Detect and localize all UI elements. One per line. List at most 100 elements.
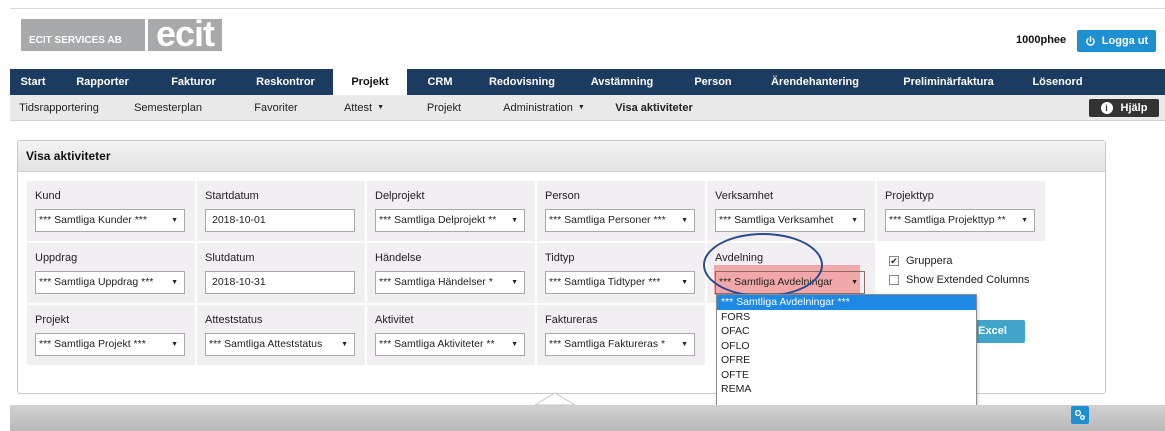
power-icon <box>1085 35 1095 46</box>
subnav-tidsrapportering[interactable]: Tidsrapportering <box>10 95 108 120</box>
nav-rapporter[interactable]: Rapporter <box>56 69 149 95</box>
select-value: *** Samtliga Faktureras * <box>549 338 666 350</box>
uppdrag-select[interactable]: *** Samtliga Uppdrag *** ▼ <box>35 271 185 294</box>
delprojekt-select[interactable]: *** Samtliga Delprojekt ** ▼ <box>375 209 525 232</box>
slutdatum-input[interactable]: 2018-10-31 <box>205 271 355 294</box>
field-uppdrag: Uppdrag *** Samtliga Uppdrag *** ▼ <box>27 243 195 303</box>
nav-losenord[interactable]: Lösenord <box>1020 69 1095 95</box>
select-value: *** Samtliga Personer *** <box>549 214 666 226</box>
select-value: *** Samtliga Delprojekt ** <box>379 214 497 226</box>
faktureras-select[interactable]: *** Samtliga Faktureras * ▼ <box>545 333 695 356</box>
nav-projekt[interactable]: Projekt <box>333 69 407 95</box>
nav-arendehantering[interactable]: Ärendehantering <box>753 69 877 95</box>
nav-start[interactable]: Start <box>10 69 56 95</box>
nav-preliminarfaktura[interactable]: Preliminärfaktura <box>877 69 1020 95</box>
select-value: *** Samtliga Projekt *** <box>39 338 146 350</box>
dropdown-option[interactable]: OFAC <box>717 324 976 339</box>
chevron-down-icon: ▼ <box>511 217 518 224</box>
ecit-logo-text: ecit <box>156 13 215 54</box>
field-label: Aktivitet <box>375 314 414 326</box>
chevron-down-icon: ▼ <box>577 104 585 112</box>
gears-icon <box>1074 409 1085 420</box>
nav-crm[interactable]: CRM <box>407 69 473 95</box>
field-tidtyp: Tidtyp *** Samtliga Tidtyper *** ▼ <box>537 243 705 303</box>
field-label: Faktureras <box>545 314 598 326</box>
subnav-attest[interactable]: Attest ▼ <box>324 95 404 120</box>
field-label: Slutdatum <box>205 252 255 264</box>
chevron-down-icon: ▼ <box>171 341 178 348</box>
nav-redovisning[interactable]: Redovisning <box>473 69 571 95</box>
chevron-down-icon: ▼ <box>1021 217 1028 224</box>
dropdown-option[interactable]: FORS <box>717 310 976 325</box>
select-value: *** Samtliga Kunder *** <box>39 214 147 226</box>
field-label: Händelse <box>375 252 422 264</box>
panel-title: Visa aktiviteter <box>18 141 1105 172</box>
sub-nav: Tidsrapportering Semesterplan Favoriter … <box>10 95 1165 121</box>
startdatum-input[interactable]: 2018-10-01 <box>205 209 355 232</box>
subnav-attest-label: Attest <box>343 102 373 114</box>
ecit-logo: ecit <box>148 13 222 54</box>
handelse-select[interactable]: *** Samtliga Händelser * ▼ <box>375 271 525 294</box>
extended-columns-checkbox[interactable]: Show Extended Columns <box>889 274 1030 286</box>
top-divider <box>10 8 1165 9</box>
field-projekttyp: Projekttyp *** Samtliga Projekttyp ** ▼ <box>877 181 1045 241</box>
chevron-down-icon: ▼ <box>851 279 858 286</box>
select-value: *** Samtliga Aktiviteter ** <box>379 338 495 350</box>
help-label: Hjälp <box>1120 102 1148 114</box>
username: 1000phee <box>1016 34 1067 46</box>
tidtyp-select[interactable]: *** Samtliga Tidtyper *** ▼ <box>545 271 695 294</box>
logout-button[interactable]: Logga ut <box>1077 30 1156 52</box>
nav-fakturor[interactable]: Fakturor <box>149 69 238 95</box>
field-handelse: Händelse *** Samtliga Händelser * ▼ <box>367 243 535 303</box>
help-button[interactable]: i Hjälp <box>1089 99 1159 117</box>
company-name: ECIT SERVICES AB <box>29 35 122 46</box>
dropdown-option[interactable]: *** Samtliga Avdelningar *** <box>717 295 976 310</box>
field-label: Tidtyp <box>545 252 575 264</box>
checkmark-icon: ✔ <box>889 256 899 266</box>
chevron-down-icon: ▼ <box>171 217 178 224</box>
field-label: Uppdrag <box>35 252 78 264</box>
chevron-down-icon: ▼ <box>681 341 688 348</box>
subnav-semesterplan[interactable]: Semesterplan <box>108 95 228 120</box>
collapse-notch-icon[interactable] <box>535 391 575 407</box>
select-value: *** Samtliga Uppdrag *** <box>39 276 154 288</box>
field-label: Person <box>545 190 580 202</box>
atteststatus-select[interactable]: *** Samtliga Atteststatus ▼ <box>205 333 355 356</box>
subnav-projekt[interactable]: Projekt <box>404 95 484 120</box>
dropdown-option[interactable]: REMA <box>717 382 976 397</box>
select-value: *** Samtliga Händelser * <box>379 276 493 288</box>
settings-button[interactable] <box>1071 406 1089 424</box>
select-value: *** Samtliga Verksamhet <box>719 214 834 226</box>
select-value: *** Samtliga Projekttyp ** <box>889 214 1006 226</box>
dropdown-option[interactable]: OFRE <box>717 353 976 368</box>
dropdown-option[interactable]: OFTE <box>717 368 976 383</box>
chevron-down-icon: ▼ <box>681 279 688 286</box>
aktivitet-select[interactable]: *** Samtliga Aktiviteter ** ▼ <box>375 333 525 356</box>
checkbox-box <box>889 275 899 285</box>
projekt-select[interactable]: *** Samtliga Projekt *** ▼ <box>35 333 185 356</box>
field-label: Atteststatus <box>205 314 263 326</box>
chevron-down-icon: ▼ <box>511 279 518 286</box>
extended-columns-label: Show Extended Columns <box>906 274 1030 286</box>
kund-select[interactable]: *** Samtliga Kunder *** ▼ <box>35 209 185 232</box>
chevron-down-icon: ▼ <box>377 104 385 112</box>
nav-reskontror[interactable]: Reskontror <box>238 69 333 95</box>
nav-avstamning[interactable]: Avstämning <box>571 69 673 95</box>
nav-person[interactable]: Person <box>673 69 753 95</box>
field-label: Kund <box>35 190 61 202</box>
subnav-visa-aktiviteter[interactable]: Visa aktiviteter <box>604 95 704 120</box>
gruppera-checkbox[interactable]: ✔ Gruppera <box>889 255 952 267</box>
chevron-down-icon: ▼ <box>851 217 858 224</box>
subnav-favoriter[interactable]: Favoriter <box>228 95 324 120</box>
verksamhet-select[interactable]: *** Samtliga Verksamhet ▼ <box>715 209 865 232</box>
chevron-down-icon: ▼ <box>341 341 348 348</box>
field-label: Startdatum <box>205 190 259 202</box>
subnav-administration[interactable]: Administration ▼ <box>484 95 604 120</box>
person-select[interactable]: *** Samtliga Personer *** ▼ <box>545 209 695 232</box>
field-verksamhet: Verksamhet *** Samtliga Verksamhet ▼ <box>707 181 875 241</box>
field-projekt: Projekt *** Samtliga Projekt *** ▼ <box>27 305 195 365</box>
dropdown-option[interactable]: OFLO <box>717 339 976 354</box>
field-label: Projekttyp <box>885 190 934 202</box>
projekttyp-select[interactable]: *** Samtliga Projekttyp ** ▼ <box>885 209 1035 232</box>
field-label: Verksamhet <box>715 190 774 202</box>
